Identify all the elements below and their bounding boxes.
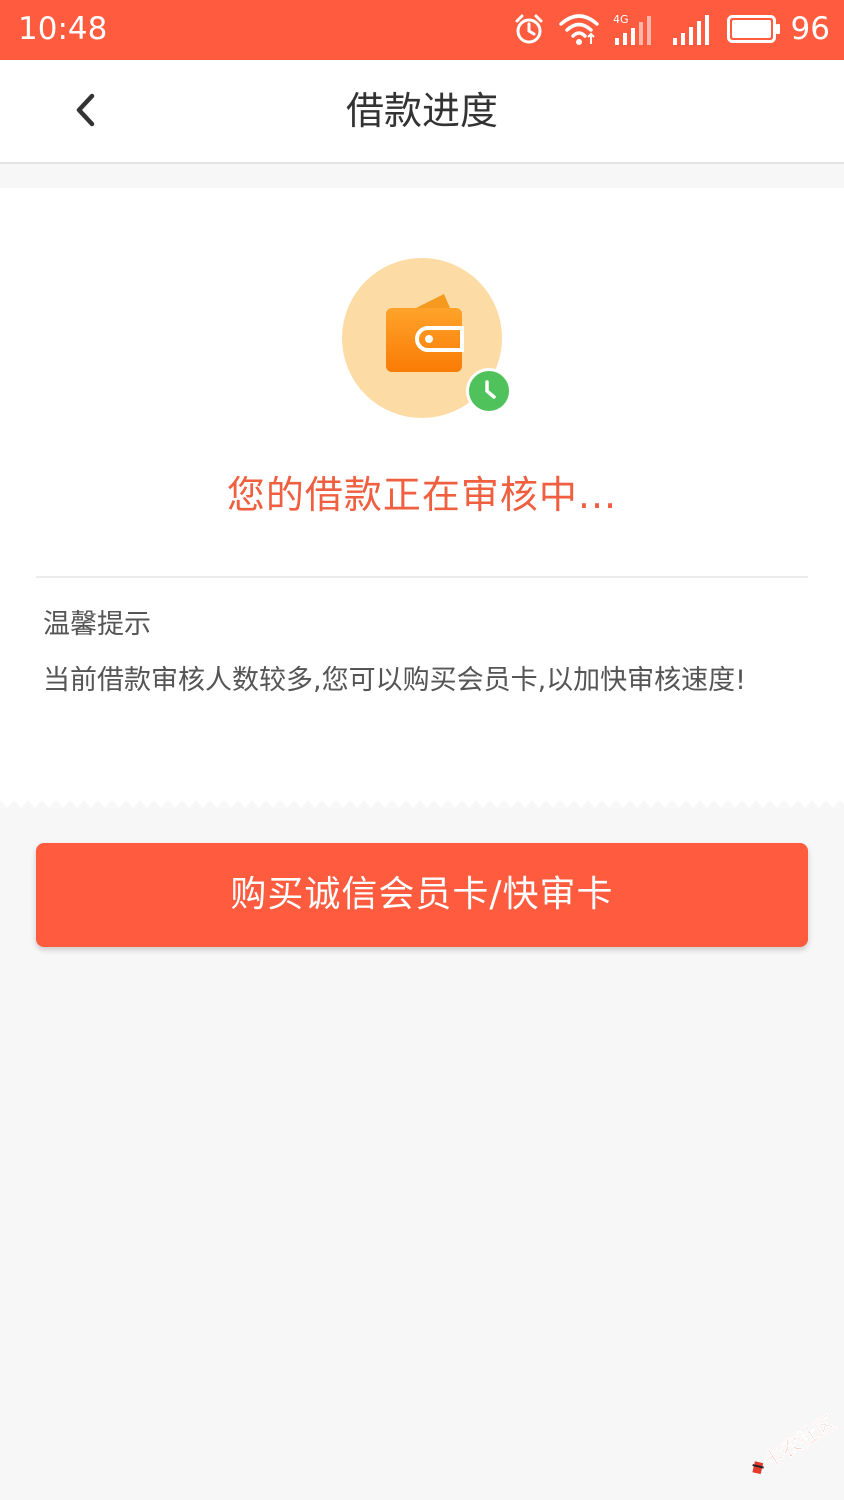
status-bar: 10:48 4G 96: [0, 0, 844, 60]
buy-membership-button[interactable]: 购买诚信会员卡/快审卡: [36, 843, 808, 947]
clock-icon: [485, 380, 496, 399]
card-zigzag-edge: [0, 790, 844, 808]
watermark-logo: 卡农社区: [752, 1410, 838, 1475]
svg-text:4G: 4G: [613, 13, 629, 26]
tips-body: 当前借款审核人数较多,您可以购买会员卡,以加快审核速度!: [43, 665, 746, 696]
clock-badge: [466, 368, 512, 414]
status-icons: 4G 96: [499, 8, 830, 50]
divider: [36, 576, 808, 578]
svg-text:卡农社区: 卡农社区: [759, 1410, 838, 1473]
loan-status-card: 您的借款正在审核中... 温馨提示 当前借款审核人数较多,您可以购买会员卡,以加…: [0, 188, 844, 800]
battery-level: 96: [790, 11, 830, 47]
signal-icon: [672, 15, 709, 45]
header-bar: 借款进度: [0, 60, 844, 164]
wallet-icon: [386, 294, 464, 372]
tips-title: 温馨提示: [43, 609, 151, 640]
signal-4g-icon: 4G: [613, 13, 651, 45]
alarm-icon: [515, 14, 543, 44]
wifi-icon: [558, 14, 599, 45]
page-title: 借款进度: [345, 89, 498, 133]
review-status-message: 您的借款正在审核中...: [226, 473, 618, 517]
battery-icon: [726, 15, 780, 43]
status-time: 10:48: [18, 11, 108, 47]
